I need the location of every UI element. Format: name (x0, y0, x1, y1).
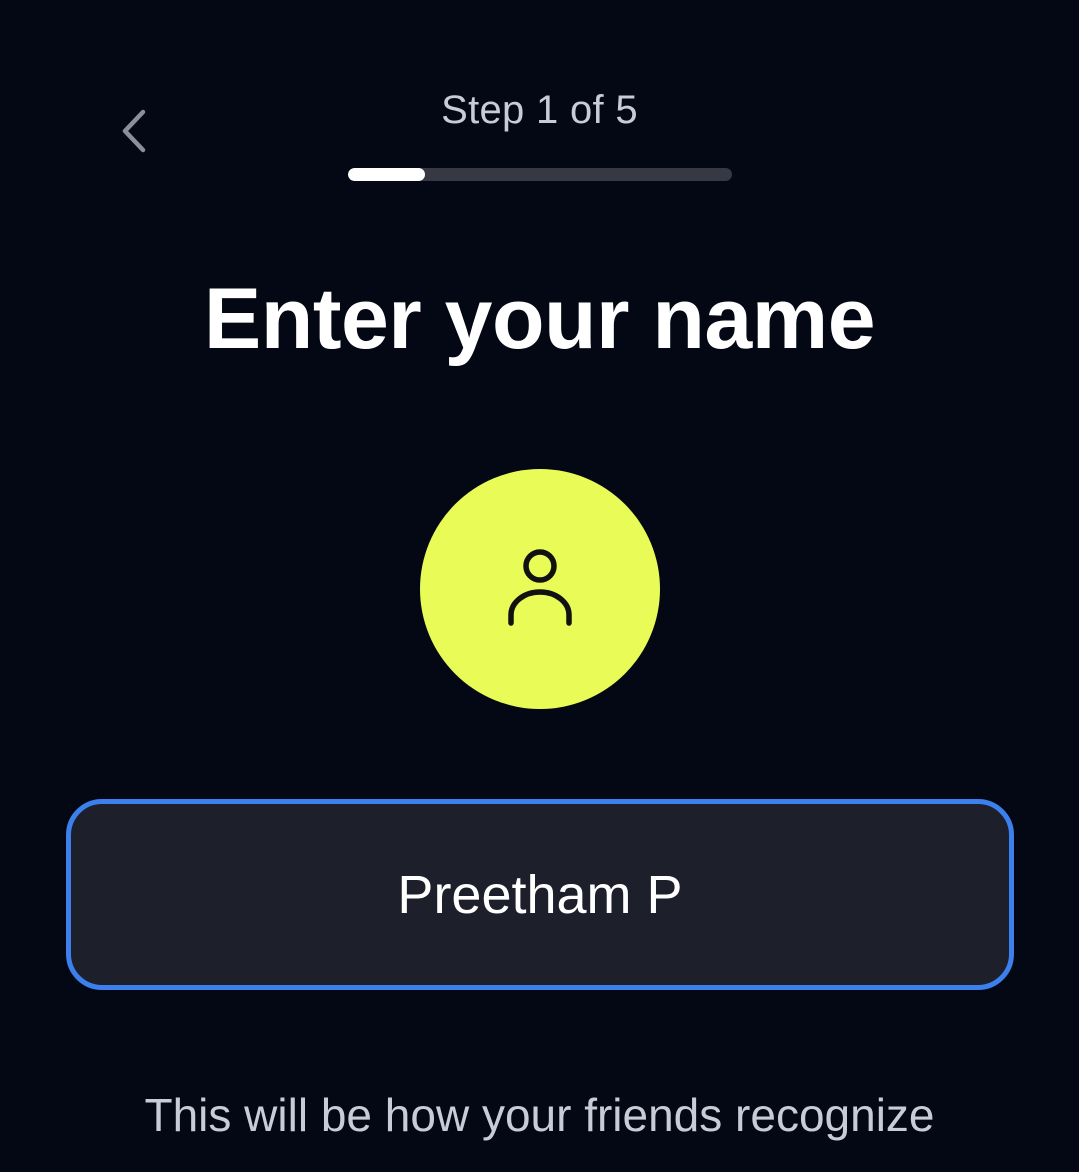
name-field[interactable] (66, 799, 1014, 990)
avatar[interactable] (420, 469, 660, 709)
progress-bar (348, 168, 732, 181)
user-icon (505, 545, 575, 634)
step-indicator: Step 1 of 5 (441, 88, 638, 132)
progress-bar-fill (348, 168, 425, 181)
helper-text: This will be how your friends recognize (144, 1089, 935, 1141)
name-input[interactable] (71, 804, 1009, 985)
page-title: Enter your name (203, 271, 876, 367)
